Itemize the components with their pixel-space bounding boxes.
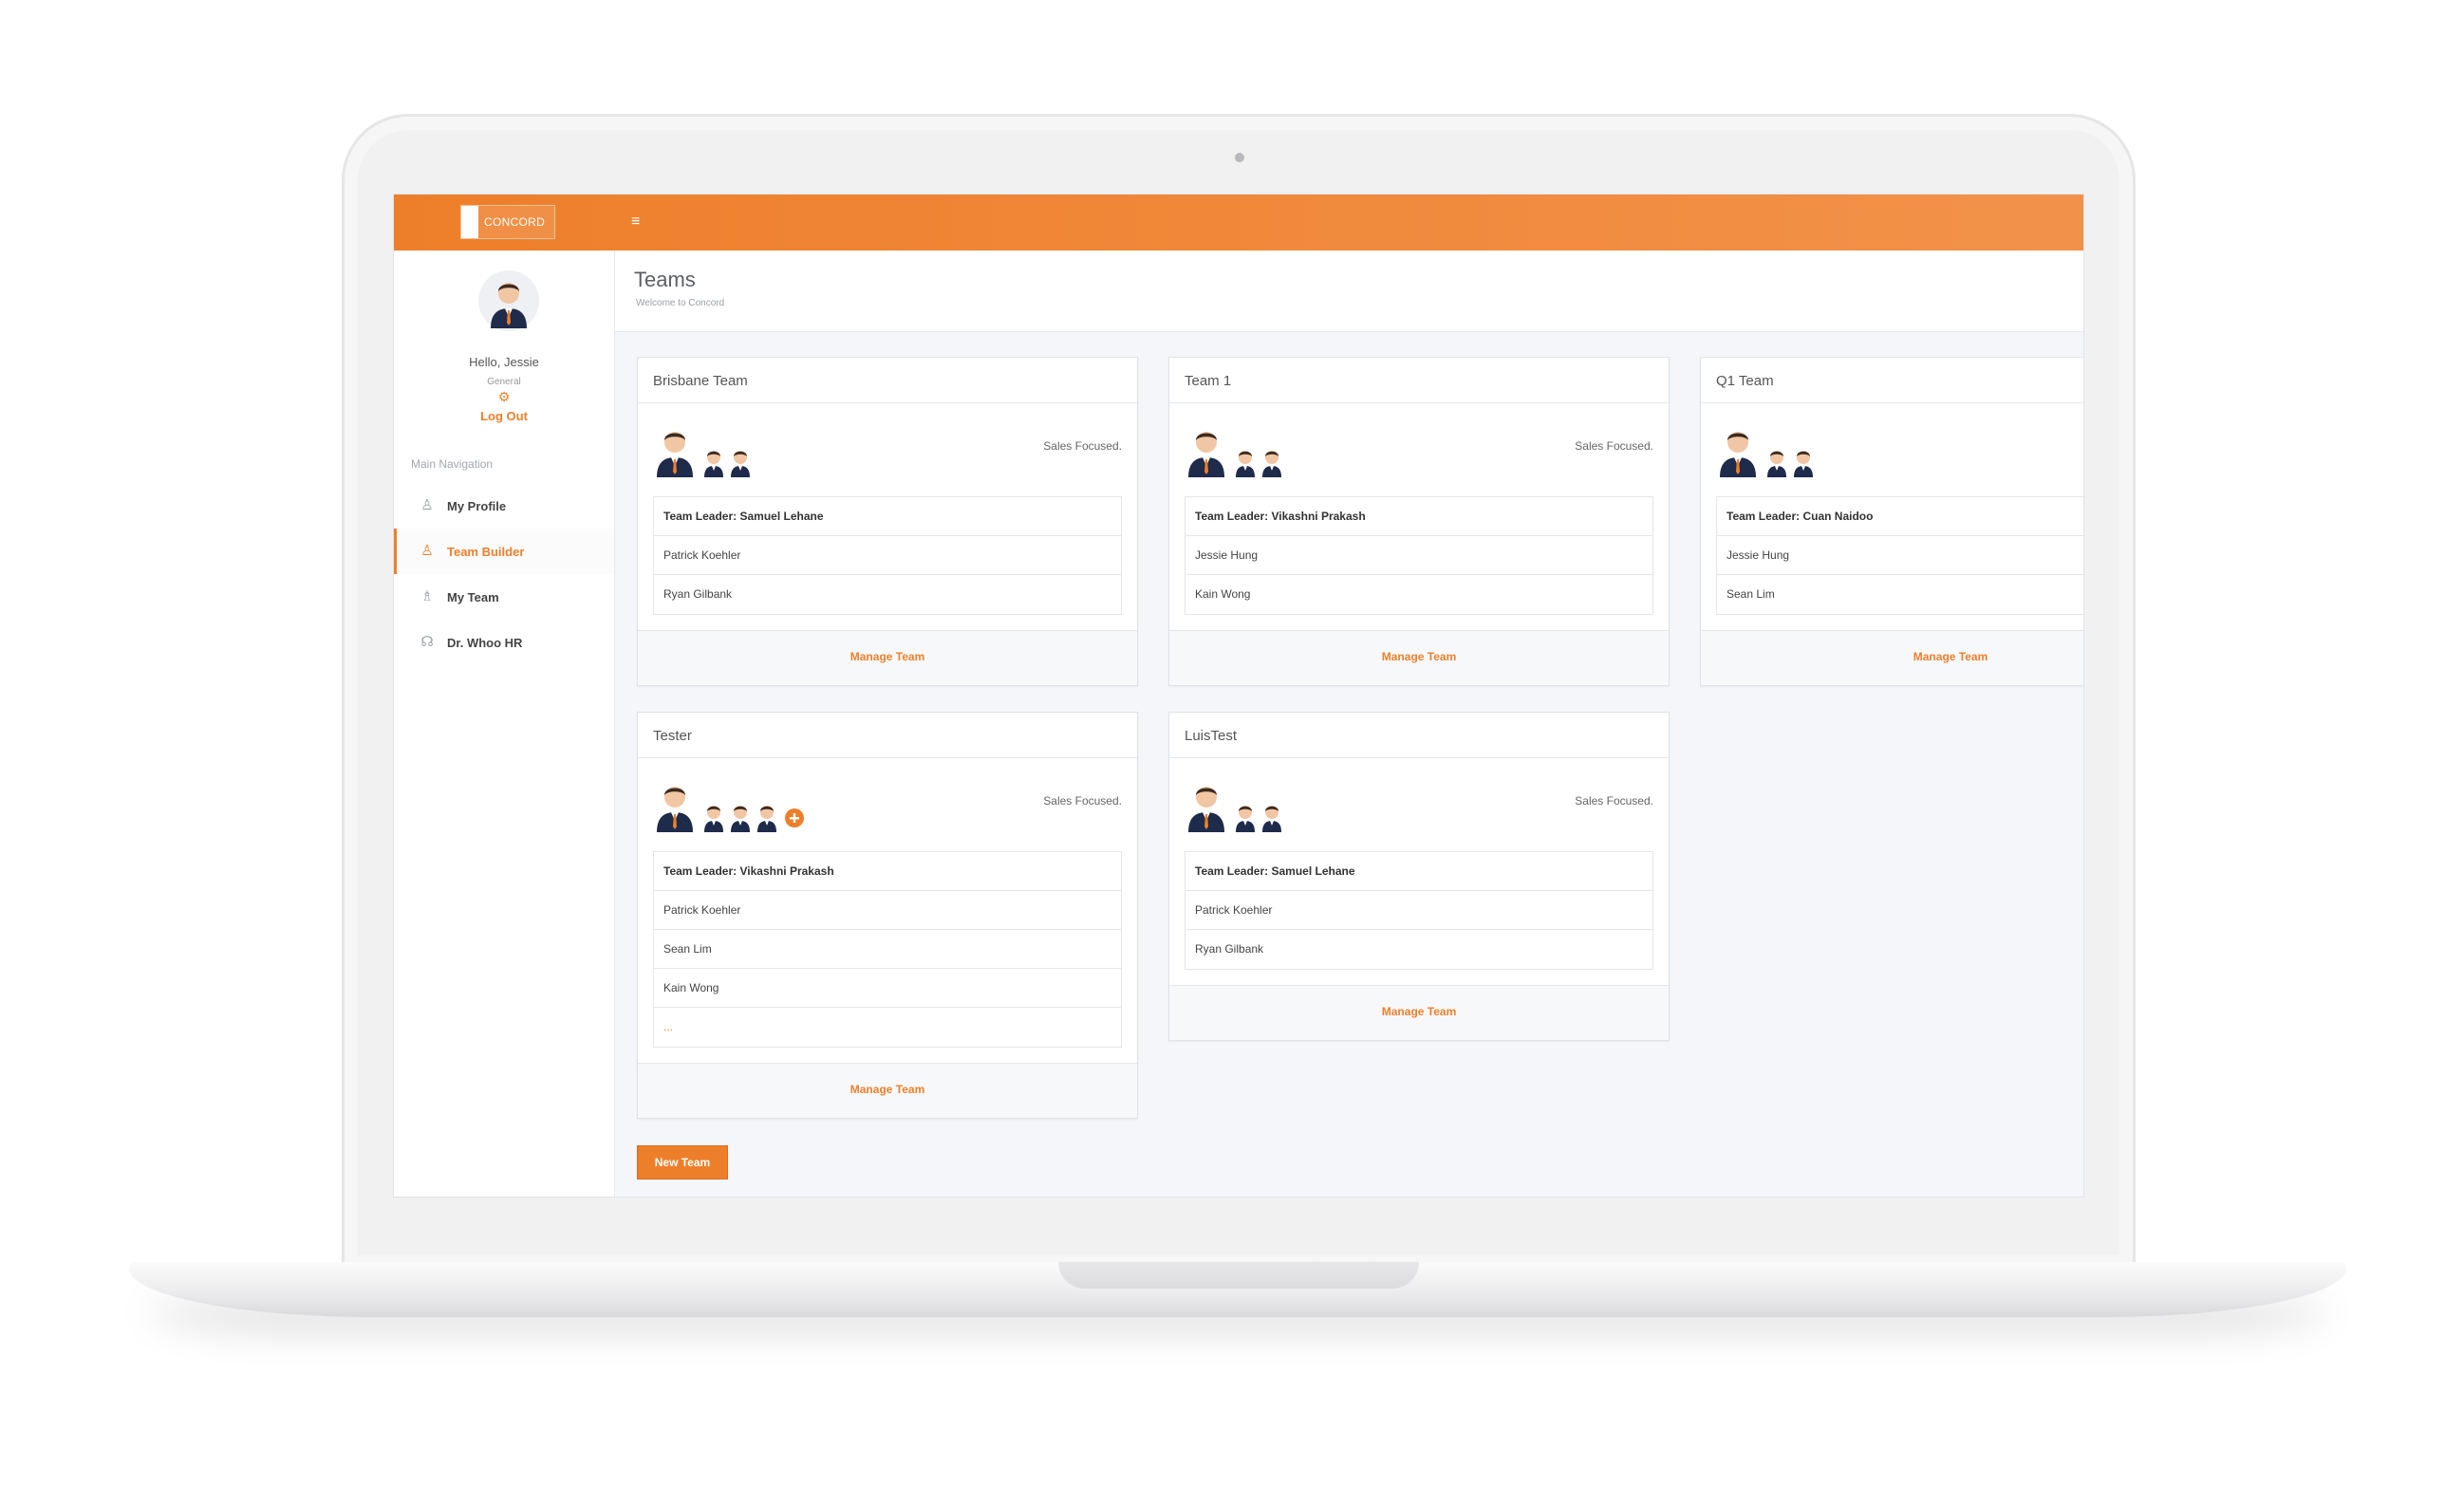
team-leader: Team Leader: Vikashni Prakash xyxy=(654,852,1121,891)
main-nav: ♙ My Profile ♙ Team Builder ♗ My Team ☊ … xyxy=(394,483,614,665)
list-item: Ryan Gilbank xyxy=(1195,942,1264,956)
main-content: Teams Welcome to Concord Brisbane Team S… xyxy=(615,251,2084,1197)
list-item: Patrick Koehler xyxy=(654,891,1121,930)
manage-team-button[interactable]: Manage Team xyxy=(638,1063,1137,1118)
team-name: Team 1 xyxy=(1169,358,1669,403)
team-leader: Team Leader: Samuel Lehane xyxy=(1185,852,1652,891)
team-builder-icon: ♙ xyxy=(420,543,434,559)
member-avatar xyxy=(756,802,778,832)
manage-team-button[interactable]: Manage Team xyxy=(1169,630,1669,685)
team-avatars xyxy=(1716,417,2084,483)
team-leader: Team Leader: Vikashni Prakash xyxy=(1185,497,1652,536)
member-avatar xyxy=(1260,447,1283,477)
team-leader: Team Leader: Cuan Naidoo xyxy=(1717,497,2083,536)
member-list: Team Leader: Vikashni Prakash Patrick Ko… xyxy=(653,851,1122,1048)
team-focus: Sales Focused. xyxy=(1043,794,1122,808)
app-screen: CONCORD ≡ Hello, Jessie General ⚙ Log Ou… xyxy=(393,194,2084,1198)
sidebar-item-dr-whoo-hr[interactable]: ☊ Dr. Whoo HR xyxy=(394,620,614,665)
list-item: Jessie Hung xyxy=(1185,536,1652,575)
brand-name: CONCORD xyxy=(484,215,546,229)
team-name: LuisTest xyxy=(1169,713,1669,758)
logout-link[interactable]: Log Out xyxy=(394,409,614,423)
user-role: General xyxy=(487,377,521,387)
member-list: Team Leader: Samuel Lehane Patrick Koehl… xyxy=(653,496,1122,615)
team-leader: Team Leader: Samuel Lehane xyxy=(654,497,1121,536)
new-team-button[interactable]: New Team xyxy=(637,1145,728,1180)
manage-team-button[interactable]: Manage Team xyxy=(1701,630,2083,685)
team-card: LuisTest Sales Focused. Team Leader: Sam… xyxy=(1168,712,1670,1041)
user-avatar[interactable] xyxy=(477,269,540,332)
nav-heading: Main Navigation xyxy=(411,457,494,471)
member-avatar xyxy=(1792,447,1815,477)
manage-team-button[interactable]: Manage Team xyxy=(638,630,1137,685)
team-name: Brisbane Team xyxy=(638,358,1137,403)
page-subtitle: Welcome to Concord xyxy=(636,298,725,308)
member-list: Team Leader: Vikashni Prakash Jessie Hun… xyxy=(1185,496,1653,615)
laptop-base-notch xyxy=(1058,1262,1419,1289)
team-focus: Sales Focused. xyxy=(1043,439,1122,453)
team-focus: Sales Focused. xyxy=(1575,439,1653,453)
member-list: Team Leader: Cuan Naidoo Jessie Hung Sea… xyxy=(1716,496,2083,615)
team-card: Team 1 Sales Focused. Team Leader: Vikas… xyxy=(1168,357,1670,686)
menu-icon[interactable]: ≡ xyxy=(631,214,646,230)
team-leader-avatar xyxy=(653,779,697,832)
list-item: Kain Wong xyxy=(1195,587,1251,601)
sidebar-item-label: My Profile xyxy=(447,498,507,513)
gear-icon[interactable]: ⚙ xyxy=(497,390,511,403)
team-card: Q1 Team Team Leader: Cuan Naidoo Jessie … xyxy=(1700,357,2084,686)
user-greeting: Hello, Jessie xyxy=(469,355,539,369)
page-header: Teams Welcome to Concord xyxy=(615,251,2083,332)
member-avatar xyxy=(1260,802,1283,832)
sidebar-item-label: Team Builder xyxy=(447,544,525,559)
team-leader-avatar xyxy=(1185,779,1228,832)
sidebar-item-team-builder[interactable]: ♙ Team Builder xyxy=(394,529,614,574)
list-item: Kain Wong xyxy=(654,969,1121,1008)
list-item: Jessie Hung xyxy=(1717,536,2083,575)
sidebar-item-my-team[interactable]: ♗ My Team xyxy=(394,574,614,620)
sidebar-item-my-profile[interactable]: ♙ My Profile xyxy=(394,483,614,529)
person-icon: ♙ xyxy=(420,497,434,513)
member-avatar xyxy=(1234,802,1257,832)
camera-dot xyxy=(1235,153,1244,162)
team-name: Q1 Team xyxy=(1701,358,2083,403)
team-leader-avatar xyxy=(653,424,697,477)
more-members-link[interactable]: ... xyxy=(654,1008,1121,1047)
top-bar: CONCORD ≡ xyxy=(394,195,2083,251)
member-avatar xyxy=(1765,447,1788,477)
team-focus: Sales Focused. xyxy=(1575,794,1653,808)
member-avatar xyxy=(1234,447,1257,477)
group-icon: ♗ xyxy=(420,588,434,604)
logo-mark xyxy=(461,206,478,238)
member-avatar xyxy=(702,447,725,477)
sidebar-item-label: My Team xyxy=(447,589,499,604)
member-list: Team Leader: Samuel Lehane Patrick Koehl… xyxy=(1185,851,1653,970)
team-card: Brisbane Team Sales Focused. Team Leader… xyxy=(637,357,1138,686)
member-avatar xyxy=(729,802,752,832)
manage-team-button[interactable]: Manage Team xyxy=(1169,985,1669,1040)
team-name: Tester xyxy=(638,713,1137,758)
team-leader-avatar xyxy=(1716,424,1760,477)
member-avatar xyxy=(729,447,752,477)
add-member-icon[interactable] xyxy=(784,808,805,828)
list-item: Ryan Gilbank xyxy=(663,587,733,601)
headset-icon: ☊ xyxy=(420,634,434,650)
member-avatar xyxy=(702,802,725,832)
sidebar: Hello, Jessie General ⚙ Log Out Main Nav… xyxy=(394,251,615,1197)
page-title: Teams xyxy=(634,268,696,291)
list-item: Patrick Koehler xyxy=(1185,891,1652,930)
list-item: Patrick Koehler xyxy=(654,536,1121,575)
sidebar-item-label: Dr. Whoo HR xyxy=(447,635,523,650)
brand-logo[interactable]: CONCORD xyxy=(460,205,555,239)
team-leader-avatar xyxy=(1185,424,1228,477)
team-card: Tester Sales Focused. Team Leader: Vikas… xyxy=(637,712,1138,1119)
list-item: Sean Lim xyxy=(654,930,1121,969)
list-item: Sean Lim xyxy=(1727,587,1775,601)
